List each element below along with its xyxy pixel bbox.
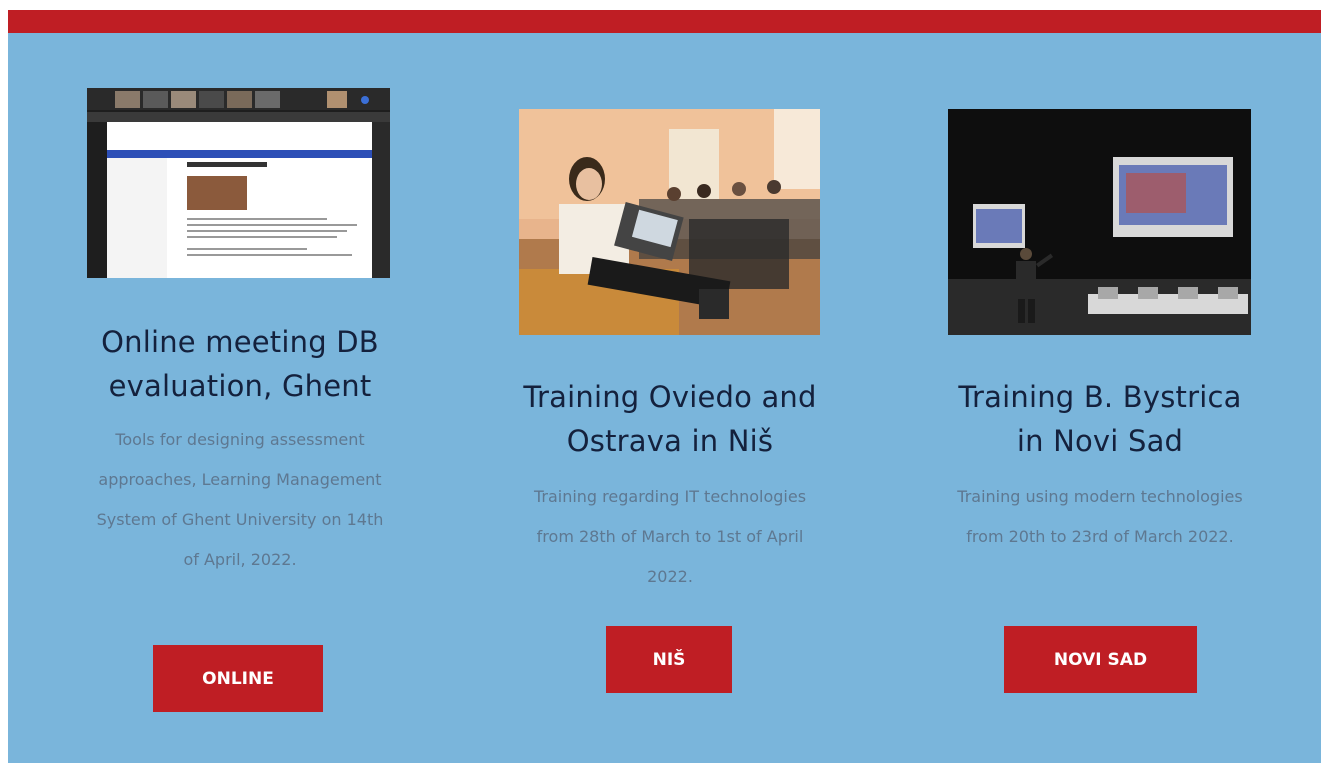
- card-2-image: [519, 109, 820, 335]
- lecture-hall-image: [948, 109, 1251, 335]
- card-3-title: Training B. Bystrica in Novi Sad: [958, 380, 1242, 458]
- online-button[interactable]: ONLINE: [153, 645, 323, 712]
- nis-button[interactable]: NIŠ: [606, 626, 732, 693]
- card-2-description: Training regarding IT technologies from …: [533, 487, 807, 586]
- training-audience-image: [519, 109, 820, 335]
- top-accent-bar: [8, 10, 1321, 33]
- card-1-description: Tools for designing assessment approache…: [96, 430, 384, 569]
- meeting-screenshot-image: [87, 88, 390, 278]
- card-2-title: Training Oviedo and Ostrava in Niš: [523, 380, 817, 458]
- card-1-image: [87, 88, 390, 278]
- card-3-image: [948, 109, 1251, 335]
- card-1-title: Online meeting DB evaluation, Ghent: [101, 325, 379, 403]
- card-3-description: Training using modern technologies from …: [957, 487, 1243, 546]
- novi-sad-button[interactable]: NOVI SAD: [1004, 626, 1197, 693]
